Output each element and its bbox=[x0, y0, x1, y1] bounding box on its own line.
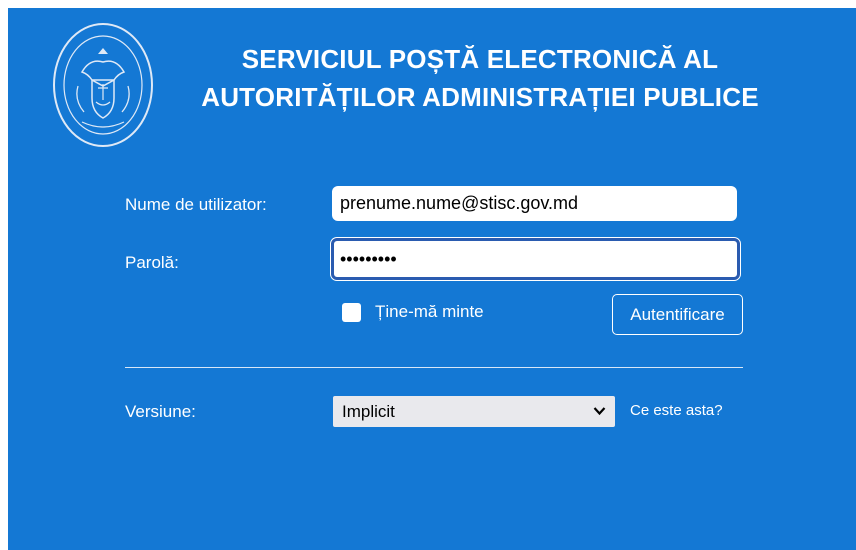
page-title: SERVICIUL POȘTĂ ELECTRONICĂ AL AUTORITĂȚ… bbox=[150, 40, 810, 116]
remember-me-checkbox[interactable] bbox=[342, 303, 361, 322]
version-label: Versiune: bbox=[125, 402, 196, 421]
password-input[interactable] bbox=[331, 238, 740, 280]
remember-me-label[interactable]: Ține-mă minte bbox=[375, 302, 484, 322]
title-line-1: SERVICIUL POȘTĂ ELECTRONICĂ AL bbox=[241, 44, 719, 74]
username-label: Nume de utilizator: bbox=[125, 195, 267, 214]
chevron-down-icon bbox=[593, 407, 606, 416]
coat-of-arms-seal-icon bbox=[53, 23, 153, 147]
version-select[interactable]: Implicit bbox=[333, 396, 615, 427]
title-line-2: AUTORITĂȚILOR ADMINISTRAȚIEI PUBLICE bbox=[201, 82, 759, 112]
username-input[interactable] bbox=[332, 186, 737, 221]
what-is-this-link[interactable]: Ce este asta? bbox=[630, 402, 723, 419]
divider bbox=[125, 367, 743, 368]
login-button[interactable]: Autentificare bbox=[612, 294, 743, 335]
password-label: Parolă: bbox=[125, 253, 179, 272]
version-selected-value: Implicit bbox=[342, 402, 395, 421]
